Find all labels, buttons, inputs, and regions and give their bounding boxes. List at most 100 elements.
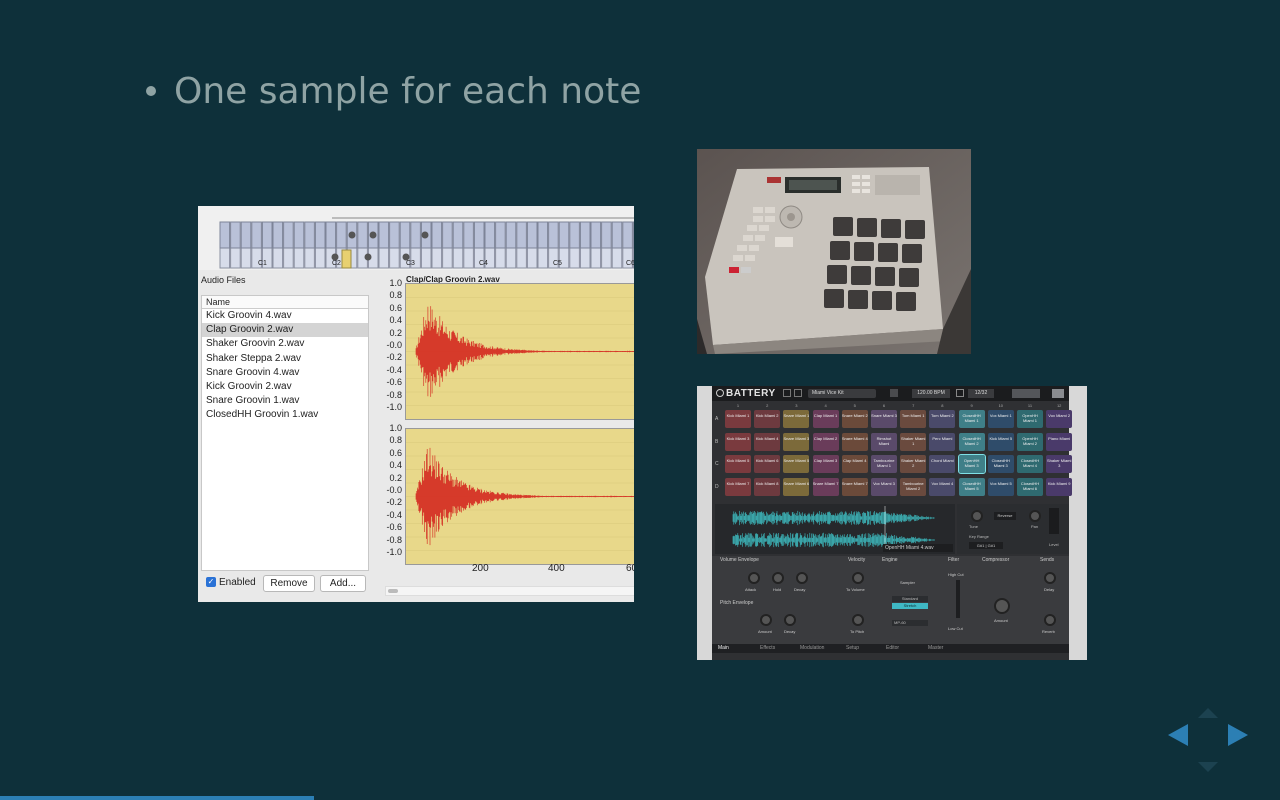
white-key[interactable] [495,247,506,269]
view-toggle[interactable] [1012,389,1040,398]
white-key[interactable] [389,247,400,269]
sample-cell[interactable]: Snare Miami 2 [841,410,868,428]
file-list-item[interactable]: Clap Groovin 2.wav [202,323,368,338]
decay-knob[interactable] [796,572,808,584]
piano-key[interactable] [601,221,612,249]
engine-stretch-option[interactable]: Stretch [892,603,928,609]
white-key[interactable] [283,247,294,269]
piano-key[interactable] [611,221,623,249]
sample-cell[interactable]: Kick Miami 1 [725,410,751,428]
piano-key[interactable] [632,221,634,249]
kit-name-selector[interactable]: Miami Vice Kit [808,389,876,398]
sample-cell[interactable]: ClosedHH Miami 2 [958,432,985,451]
save-icon[interactable] [890,389,898,397]
white-key[interactable] [516,247,527,269]
pan-knob[interactable] [1029,510,1041,522]
white-key[interactable] [537,247,549,269]
piano-key[interactable] [590,221,602,249]
file-list-item[interactable]: Snare Groovin 1.wav [202,394,368,408]
white-key[interactable] [579,247,591,269]
sample-cell[interactable]: Clap Miami 4 [841,455,868,473]
sample-cell[interactable]: Shaker Miami 3 [1046,455,1073,473]
sample-cell[interactable]: Chord Miami [929,455,956,473]
sample-cell[interactable]: Vox Miami 3 [871,477,897,496]
white-key[interactable] [526,247,538,269]
file-list-item[interactable]: Snare Groovin 4.wav [202,366,368,380]
midi-icon[interactable] [956,389,964,397]
sample-cell[interactable]: Kick Miami 5 [725,455,751,473]
sample-cell[interactable]: Kick Miami 3 [725,432,751,451]
white-key[interactable] [452,247,464,269]
sample-cell[interactable]: Vox Miami 5 [987,477,1014,496]
sample-cell[interactable]: Snare Miami 3 [871,410,897,428]
engine-mode-select[interactable]: MP-60 [892,620,928,626]
piano-key[interactable] [410,221,421,249]
piano-key[interactable] [357,221,368,249]
menu-icon[interactable] [794,389,802,397]
sample-cell[interactable]: OpenHH Miami 1 [1017,410,1043,428]
sample-cell[interactable]: Vox Miami 2 [1046,410,1073,428]
white-key[interactable] [304,247,315,269]
search-icon[interactable] [783,389,791,397]
sample-cell[interactable]: Snare Miami 3 [783,432,810,451]
pitch-decay-knob[interactable] [784,614,796,626]
add-button[interactable]: Add... [320,575,366,592]
white-key[interactable] [420,247,432,269]
tab-master[interactable]: Master [928,645,943,651]
hold-knob[interactable] [772,572,784,584]
sample-cell[interactable]: Tom Miami 1 [900,410,927,428]
sample-cell[interactable]: Perc Miami [929,432,956,451]
file-list-item[interactable]: ClosedHH Groovin 1.wav [202,408,368,422]
sample-cell[interactable]: Kick Miami 7 [725,477,751,496]
white-key[interactable] [230,247,241,269]
piano-key[interactable] [622,221,633,249]
tab-modulation[interactable]: Modulation [800,645,824,651]
piano-key[interactable] [378,221,390,249]
white-key[interactable] [611,247,623,269]
name-column-header[interactable]: Name [202,296,368,309]
sample-cell[interactable]: Rimshot Miami [871,432,897,451]
piano-key[interactable] [484,221,496,249]
piano-key[interactable] [272,221,284,249]
to-pitch-knob[interactable] [852,614,864,626]
file-list-item[interactable]: Shaker Groovin 2.wav [202,337,368,351]
sample-name[interactable]: OpenHH Miami 4.wav [883,544,953,552]
sample-cell[interactable]: Snare Miami 5 [783,455,810,473]
sample-cell[interactable]: Snare Miami 6 [783,477,810,496]
file-list-item[interactable]: Kick Groovin 2.wav [202,380,368,394]
sample-cell[interactable]: ClosedHH Miami 5 [958,477,985,496]
nav-right-icon[interactable] [1228,724,1248,746]
white-key[interactable] [240,247,252,269]
sample-cell[interactable]: Kick Miami 8 [754,477,781,496]
nav-up-icon[interactable] [1198,708,1218,718]
sample-cell[interactable]: Clap Miami 2 [812,432,839,451]
piano-key[interactable] [516,221,527,249]
piano-key[interactable] [219,221,231,249]
piano-key[interactable] [304,221,315,249]
enabled-checkbox[interactable]: ✓ [206,577,216,587]
sample-cell[interactable]: Piano Miami [1046,432,1073,451]
piano-key[interactable] [473,221,485,249]
nav-down-icon[interactable] [1198,762,1218,772]
piano-key[interactable] [325,221,337,249]
sample-cell[interactable]: Tambourine Miami 1 [871,455,897,473]
filter-slider[interactable] [956,580,960,618]
tune-knob[interactable] [971,510,983,522]
sample-cell[interactable]: Vox Miami 1 [987,410,1014,428]
sample-cell[interactable]: OpenHH Miami 3 [957,454,986,474]
sample-cell[interactable]: ClosedHH Miami 1 [958,410,985,428]
piano-key[interactable] [336,221,347,249]
piano-key[interactable] [505,221,517,249]
white-key[interactable] [590,247,602,269]
piano-key[interactable] [230,221,241,249]
sample-waveform[interactable]: OpenHH Miami 4.wav [715,504,955,554]
expand-icon[interactable] [1052,389,1064,398]
white-key[interactable] [293,247,305,269]
nav-left-icon[interactable] [1168,724,1188,746]
tempo-display[interactable]: 120.00 BPM [912,389,950,398]
sample-cell[interactable]: Snare Miami 7 [812,477,839,496]
piano-key[interactable] [558,221,570,249]
selected-key[interactable] [341,249,352,269]
tab-main[interactable]: Main [718,645,729,651]
sample-cell[interactable]: Kick Miami 6 [754,455,781,473]
